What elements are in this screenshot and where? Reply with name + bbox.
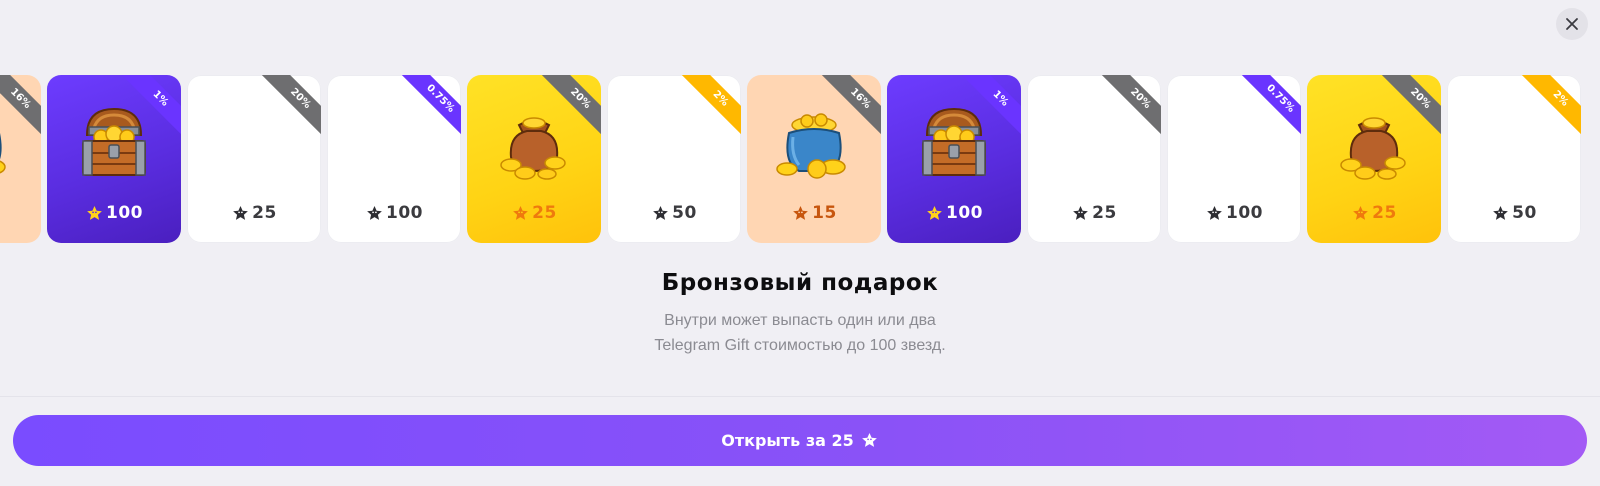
chance-label: 20% bbox=[1101, 75, 1161, 135]
chance-label: 1% bbox=[121, 75, 181, 135]
divider bbox=[0, 396, 1600, 397]
gift-description: Внутри может выпасть один или два Telegr… bbox=[0, 308, 1600, 358]
price-value: 50 bbox=[672, 203, 697, 223]
chance-ribbon: 16% bbox=[821, 75, 881, 135]
prize-card[interactable]: 1% 100 bbox=[887, 75, 1021, 243]
star-icon bbox=[1353, 205, 1369, 220]
close-icon bbox=[1566, 18, 1578, 30]
prize-card[interactable]: 1% 100 bbox=[47, 75, 181, 243]
price-value: 25 bbox=[1372, 203, 1397, 223]
chance-ribbon: 1% bbox=[121, 75, 181, 135]
chance-label: 0.75% bbox=[1241, 75, 1301, 135]
chance-ribbon: 20% bbox=[1381, 75, 1441, 135]
price-label: 15 bbox=[747, 203, 881, 223]
chance-ribbon: 20% bbox=[541, 75, 601, 135]
chance-label: 0.75% bbox=[401, 75, 461, 135]
price-label: 100 bbox=[887, 203, 1021, 223]
chance-ribbon: 2% bbox=[1521, 75, 1581, 135]
star-icon bbox=[233, 205, 249, 220]
prize-card[interactable]: 16% bbox=[0, 75, 41, 243]
prize-card[interactable]: 2% 50 bbox=[1447, 75, 1581, 243]
price-value: 15 bbox=[812, 203, 837, 223]
price-value: 100 bbox=[386, 203, 423, 223]
open-gift-button[interactable]: Открыть за 25 bbox=[13, 415, 1587, 466]
prize-card[interactable]: 20% 25 bbox=[187, 75, 321, 243]
prize-card[interactable]: 20% 25 bbox=[467, 75, 601, 243]
price-label: 100 bbox=[47, 203, 181, 223]
prize-card[interactable]: 16% 15 bbox=[747, 75, 881, 243]
prize-card[interactable]: 20% 25 bbox=[1027, 75, 1161, 243]
price-label: 50 bbox=[1447, 203, 1581, 223]
chance-label: 2% bbox=[1521, 75, 1581, 135]
star-icon bbox=[513, 205, 529, 220]
chance-ribbon: 0.75% bbox=[401, 75, 461, 135]
close-button[interactable] bbox=[1556, 8, 1588, 40]
price-label: 50 bbox=[607, 203, 741, 223]
price-value: 50 bbox=[1512, 203, 1537, 223]
star-icon bbox=[1493, 205, 1509, 220]
chance-label: 16% bbox=[821, 75, 881, 135]
gift-title: Бронзовый подарок bbox=[661, 270, 939, 296]
chance-ribbon: 16% bbox=[0, 75, 41, 135]
star-icon bbox=[87, 205, 102, 220]
chance-label: 1% bbox=[961, 75, 1021, 135]
prize-carousel[interactable]: 16% 1% 100 20% 25 0.75% 100 20% 25 2% 50 16% 15 1% 100… bbox=[0, 75, 1600, 243]
star-icon bbox=[1207, 205, 1222, 220]
price-value: 25 bbox=[532, 203, 557, 223]
price-value: 100 bbox=[1226, 203, 1263, 223]
price-value: 25 bbox=[1092, 203, 1117, 223]
price-label: 25 bbox=[467, 203, 601, 223]
gift-description-line-1: Внутри может выпасть один или два bbox=[664, 312, 936, 329]
prize-card[interactable]: 0.75% 100 bbox=[327, 75, 461, 243]
price-label: 25 bbox=[187, 203, 321, 223]
chance-ribbon: 1% bbox=[961, 75, 1021, 135]
chance-ribbon: 2% bbox=[681, 75, 741, 135]
star-icon bbox=[927, 205, 942, 220]
price-label: 100 bbox=[327, 203, 461, 223]
star-icon bbox=[1073, 205, 1089, 220]
star-icon bbox=[653, 205, 669, 220]
star-icon bbox=[793, 205, 809, 220]
chance-ribbon: 20% bbox=[261, 75, 321, 135]
chance-label: 16% bbox=[0, 75, 41, 135]
price-label: 25 bbox=[1027, 203, 1161, 223]
price-label: 100 bbox=[1167, 203, 1301, 223]
prize-card[interactable]: 2% 50 bbox=[607, 75, 741, 243]
chance-label: 20% bbox=[1381, 75, 1441, 135]
chance-label: 20% bbox=[541, 75, 601, 135]
price-value: 100 bbox=[106, 203, 143, 223]
gift-description-line-2: Telegram Gift стоимостью до 100 звезд. bbox=[654, 337, 946, 354]
star-icon bbox=[861, 432, 877, 447]
price-value: 25 bbox=[252, 203, 277, 223]
chance-ribbon: 20% bbox=[1101, 75, 1161, 135]
chance-label: 20% bbox=[261, 75, 321, 135]
price-label: 25 bbox=[1307, 203, 1441, 223]
chance-label: 2% bbox=[681, 75, 741, 135]
chance-ribbon: 0.75% bbox=[1241, 75, 1301, 135]
open-gift-button-label: Открыть за 25 bbox=[721, 431, 854, 450]
star-icon bbox=[367, 205, 382, 220]
price-value: 100 bbox=[946, 203, 983, 223]
prize-card[interactable]: 0.75% 100 bbox=[1167, 75, 1301, 243]
prize-card[interactable]: 20% 25 bbox=[1307, 75, 1441, 243]
